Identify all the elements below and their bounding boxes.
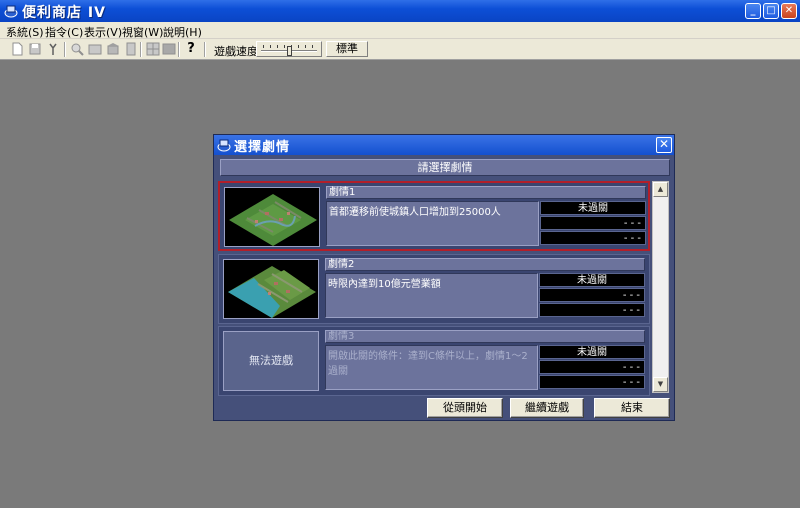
scenario-status: 未過關 xyxy=(539,345,645,359)
menu-help[interactable]: 說明(H) xyxy=(163,24,202,40)
scroll-up-icon[interactable]: ▲ xyxy=(653,182,668,197)
menu-window[interactable]: 視窗(W) xyxy=(122,24,163,40)
menu-bar: 系統(S) 指令(C) 表示(V) 視窗(W) 說明(H) xyxy=(0,22,800,39)
scenario-map-thumbnail xyxy=(224,187,320,247)
dialog-title-bar: 選擇劇情 ✕ xyxy=(214,135,674,155)
document-icon[interactable] xyxy=(124,42,138,56)
scenario-record: - - - xyxy=(539,375,645,389)
scenario-title: 劇情1 xyxy=(326,186,646,199)
app-logo-icon xyxy=(4,5,18,18)
slider-thumb[interactable] xyxy=(287,46,292,56)
minimize-button[interactable]: _ xyxy=(745,3,761,19)
toolbar-separator xyxy=(64,42,66,57)
slider-tick xyxy=(284,45,285,48)
app-title: 便利商店 IV xyxy=(22,5,106,21)
scenario-card-2[interactable]: 劇情2 時限內達到10億元營業額 未過關 - - - - - - xyxy=(218,254,650,324)
scenario-status: 未過關 xyxy=(540,201,646,215)
store-icon[interactable] xyxy=(106,42,120,56)
speed-slider[interactable] xyxy=(256,41,322,57)
scenario-description: 開啟此關的條件：達到C條件以上，劇情1～2過關 xyxy=(325,345,538,390)
scenario-record: - - - xyxy=(539,303,645,317)
scenario-description: 首都遷移前使城鎮人口增加到25000人 xyxy=(326,201,539,246)
scenario-status: 未過關 xyxy=(539,273,645,287)
scenario-card-1[interactable]: 劇情1 首都遷移前使城鎮人口增加到25000人 未過關 - - - - - - xyxy=(218,181,650,251)
scenario-record: - - - xyxy=(539,360,645,374)
scenario-map-thumbnail xyxy=(223,259,319,319)
search-icon[interactable] xyxy=(70,42,84,56)
save-icon[interactable] xyxy=(28,42,42,56)
new-game-button[interactable]: 從頭開始 xyxy=(427,398,503,418)
continue-game-button[interactable]: 繼續遊戲 xyxy=(510,398,584,418)
toolbar: ? 遊戲速度 標準 xyxy=(0,39,800,60)
dialog-close-button[interactable]: ✕ xyxy=(656,137,672,153)
scenario-title: 劇情2 xyxy=(325,258,645,271)
toolbar-separator xyxy=(178,42,180,57)
new-file-icon[interactable] xyxy=(10,42,24,56)
help-icon[interactable]: ? xyxy=(184,42,198,56)
panel-icon[interactable] xyxy=(162,42,176,56)
dialog-title: 選擇劇情 xyxy=(234,140,291,155)
app-title-bar: 便利商店 IV _ □ ✕ xyxy=(0,0,800,22)
speed-value: 標準 xyxy=(326,41,368,57)
scenario-dialog: 選擇劇情 ✕ 請選擇劇情 劇情1 首都遷移前使城鎮人口增加到25000人 未過關… xyxy=(213,134,675,421)
scenario-record: - - - xyxy=(539,288,645,302)
scenario-record: - - - xyxy=(540,231,646,245)
menu-command[interactable]: 指令(C) xyxy=(45,24,83,40)
scenario-description: 時限內達到10億元營業額 xyxy=(325,273,538,318)
scenario-record: - - - xyxy=(540,216,646,230)
maximize-button[interactable]: □ xyxy=(763,3,779,19)
speed-label: 遊戲速度 xyxy=(214,45,258,58)
scenario-scrollbar[interactable]: ▲ ▼ xyxy=(652,181,669,393)
slider-tick xyxy=(270,45,271,48)
slider-tick xyxy=(298,45,299,48)
prompt-bar: 請選擇劇情 xyxy=(220,159,670,176)
close-button[interactable]: ✕ xyxy=(781,3,797,19)
tools-icon[interactable] xyxy=(46,42,60,56)
stats-icon[interactable] xyxy=(88,42,102,56)
app-logo-icon xyxy=(217,139,231,152)
toolbar-separator xyxy=(204,42,206,57)
slider-tick xyxy=(305,45,306,48)
grid-icon[interactable] xyxy=(146,42,160,56)
scenario-list: 劇情1 首都遷移前使城鎮人口增加到25000人 未過關 - - - - - - … xyxy=(218,181,650,396)
menu-view[interactable]: 表示(V) xyxy=(84,24,122,40)
scroll-down-icon[interactable]: ▼ xyxy=(653,377,668,392)
locked-label: 無法遊戲 xyxy=(223,331,319,391)
slider-tick xyxy=(263,45,264,48)
slider-tick xyxy=(277,45,278,48)
scenario-title: 劇情3 xyxy=(325,330,645,343)
exit-button[interactable]: 結束 xyxy=(594,398,670,418)
slider-tick xyxy=(312,45,313,48)
toolbar-separator xyxy=(140,42,142,57)
menu-system[interactable]: 系統(S) xyxy=(6,24,44,40)
scenario-card-3[interactable]: 無法遊戲 劇情3 開啟此關的條件：達到C條件以上，劇情1～2過關 未過關 - -… xyxy=(218,326,650,396)
